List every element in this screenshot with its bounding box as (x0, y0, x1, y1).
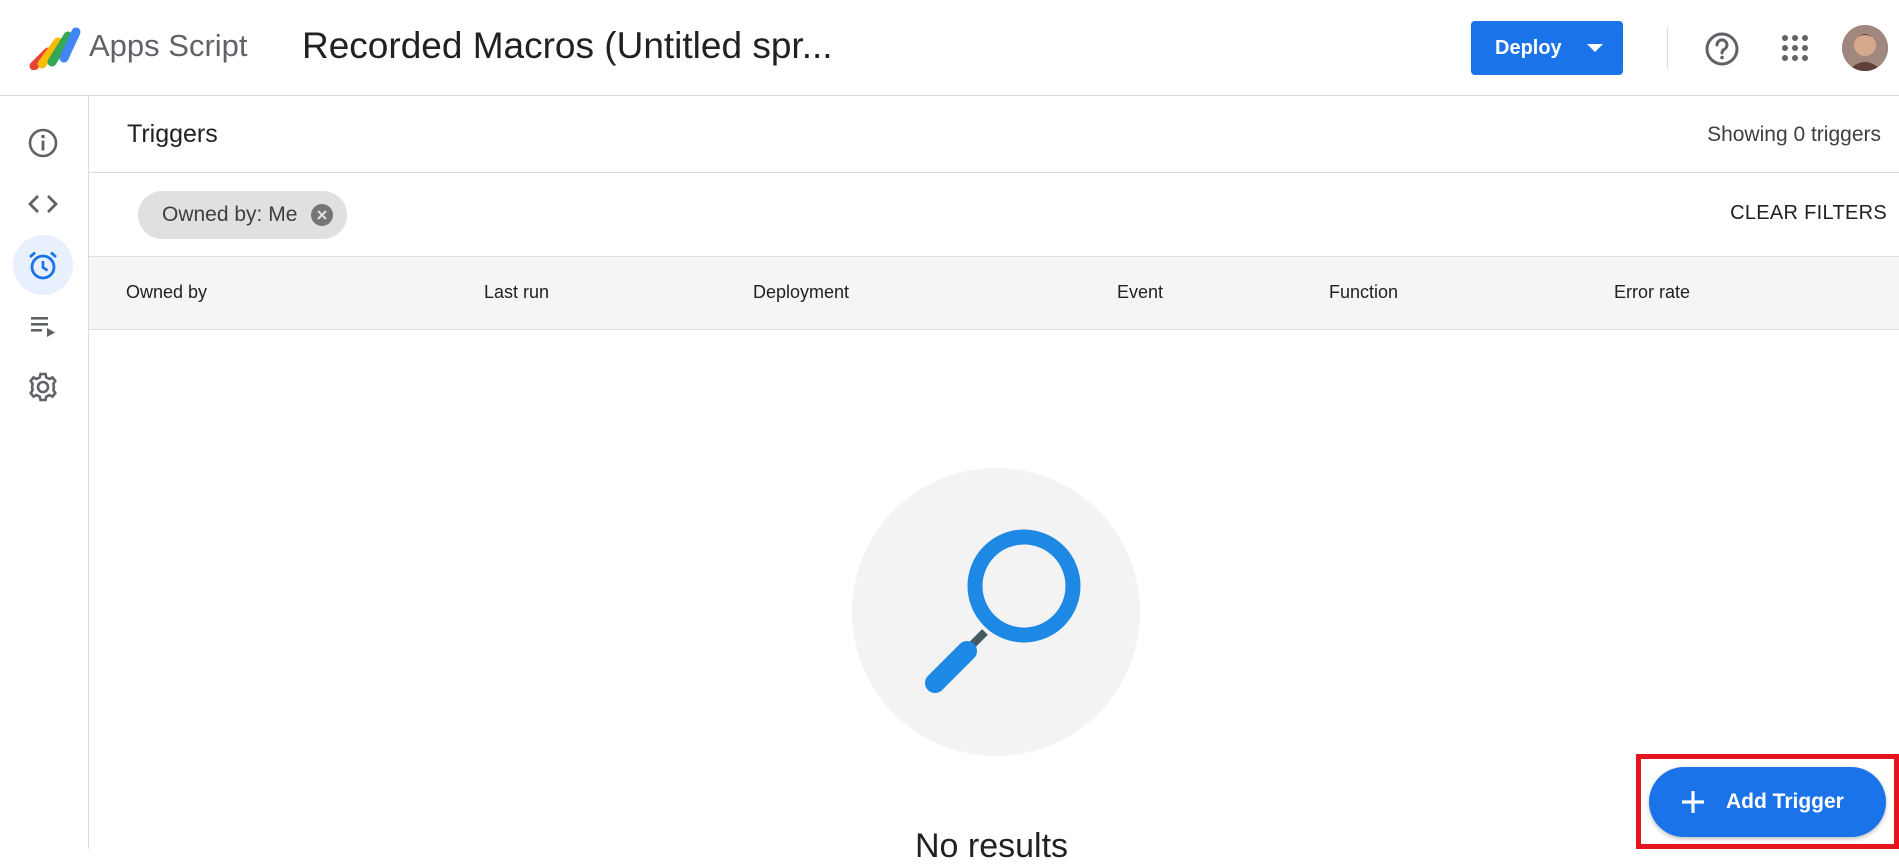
top-app-bar: Apps Script Recorded Macros (Untitled sp… (0, 0, 1899, 96)
column-header-error-rate[interactable]: Error rate (1614, 282, 1690, 303)
side-nav (0, 96, 89, 849)
executions-list-icon (31, 317, 55, 337)
help-icon[interactable] (1704, 31, 1740, 67)
filter-chip-owned-by[interactable]: Owned by: Me (138, 191, 348, 239)
table-header: Owned by Last run Deployment Event Funct… (89, 256, 1899, 330)
add-trigger-button[interactable]: Add Trigger (1649, 767, 1886, 837)
code-icon (28, 195, 58, 213)
avatar-photo-icon (1842, 25, 1888, 71)
app-name: Apps Script (89, 28, 248, 63)
column-header-owned-by[interactable]: Owned by (126, 282, 207, 303)
alarm-clock-icon (29, 251, 57, 280)
triggers-title-bar: Triggers Showing 0 triggers (89, 96, 1899, 173)
apps-grid-icon[interactable] (1780, 33, 1810, 63)
nav-triggers[interactable] (13, 235, 73, 295)
deploy-button[interactable]: Deploy (1471, 21, 1623, 75)
info-icon (28, 128, 58, 158)
apps-script-logo-icon[interactable] (28, 26, 82, 70)
filter-chip-label: Owned by: Me (162, 203, 298, 226)
column-header-event[interactable]: Event (1117, 282, 1163, 303)
add-trigger-label: Add Trigger (1726, 790, 1844, 813)
header-divider (1667, 27, 1668, 69)
empty-state-illustration (852, 468, 1140, 756)
caret-down-icon (1587, 44, 1603, 52)
gear-icon (29, 372, 57, 402)
close-icon (317, 210, 328, 220)
column-header-deployment[interactable]: Deployment (753, 282, 849, 303)
trigger-count: Showing 0 triggers (1707, 123, 1881, 146)
page-title: Triggers (127, 120, 218, 148)
plus-icon (1682, 791, 1704, 813)
chip-close-icon[interactable] (311, 204, 334, 226)
nav-settings[interactable] (13, 357, 73, 417)
clear-filters-button[interactable]: CLEAR FILTERS (1730, 202, 1887, 225)
avatar[interactable] (1842, 25, 1888, 71)
nav-editor[interactable] (13, 174, 73, 234)
search-icon (925, 529, 1081, 693)
nav-overview[interactable] (13, 113, 73, 173)
filter-bar: Owned by: Me CLEAR FILTERS (89, 173, 1899, 253)
project-title[interactable]: Recorded Macros (Untitled spr... (302, 25, 833, 67)
empty-state-text: No results (915, 827, 1069, 865)
column-header-last-run[interactable]: Last run (484, 282, 549, 303)
column-header-function[interactable]: Function (1329, 282, 1398, 303)
triggers-panel: Triggers Showing 0 triggers Owned by: Me… (89, 96, 1899, 865)
deploy-button-label: Deploy (1495, 36, 1562, 59)
nav-executions[interactable] (13, 296, 73, 356)
